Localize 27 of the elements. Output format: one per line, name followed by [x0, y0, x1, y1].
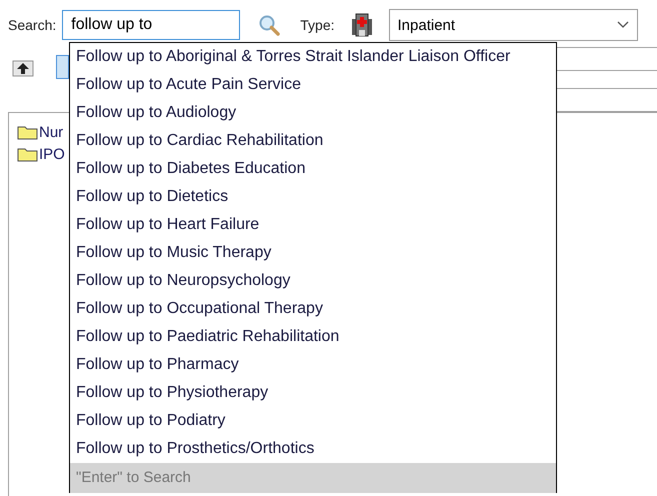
suggestion-item[interactable]: Follow up to Aboriginal & Torres Strait Islander Liaison Officer: [70, 43, 556, 71]
suggestion-item[interactable]: Follow up to Occupational Therapy: [70, 295, 556, 323]
type-label: Type:: [300, 17, 334, 33]
search-icon[interactable]: [258, 14, 280, 36]
suggestion-item[interactable]: Follow up to Paediatric Rehabilitation: [70, 323, 556, 351]
suggestion-item[interactable]: Follow up to Diabetes Education: [70, 155, 556, 183]
folder-icon: [17, 124, 39, 140]
suggestion-item[interactable]: Follow up to Audiology: [70, 99, 556, 127]
search-hint: "Enter" to Search: [70, 463, 556, 493]
suggestion-item[interactable]: Follow up to Music Therapy: [70, 239, 556, 267]
suggestion-item[interactable]: Follow up to Physiotherapy: [70, 379, 556, 407]
type-dropdown[interactable]: Inpatient: [388, 9, 638, 41]
suggestion-item[interactable]: Follow up to Acute Pain Service: [70, 71, 556, 99]
suggestion-item[interactable]: Follow up to Prosthetics/Orthotics: [70, 435, 556, 463]
tree-item[interactable]: Nur: [39, 124, 64, 140]
suggestion-item[interactable]: Follow up to Neuropsychology: [70, 267, 556, 295]
suggestion-item[interactable]: Follow up to Pharmacy: [70, 351, 556, 379]
chevron-icon: [616, 21, 628, 29]
folder-icon: [17, 146, 39, 162]
suggestion-item[interactable]: Follow up to Podiatry: [70, 407, 556, 435]
search-field[interactable]: follow up to: [62, 10, 240, 40]
home-button[interactable]: [56, 55, 69, 79]
search-label: Search:: [8, 17, 56, 33]
tree-item[interactable]: IPO: [39, 146, 65, 162]
suggestion-item[interactable]: Follow up to Heart Failure: [70, 211, 556, 239]
suggestion-item[interactable]: Follow up to Cardiac Rehabilitation: [70, 127, 556, 155]
suggestion-item[interactable]: Follow up to Dietetics: [70, 183, 556, 211]
